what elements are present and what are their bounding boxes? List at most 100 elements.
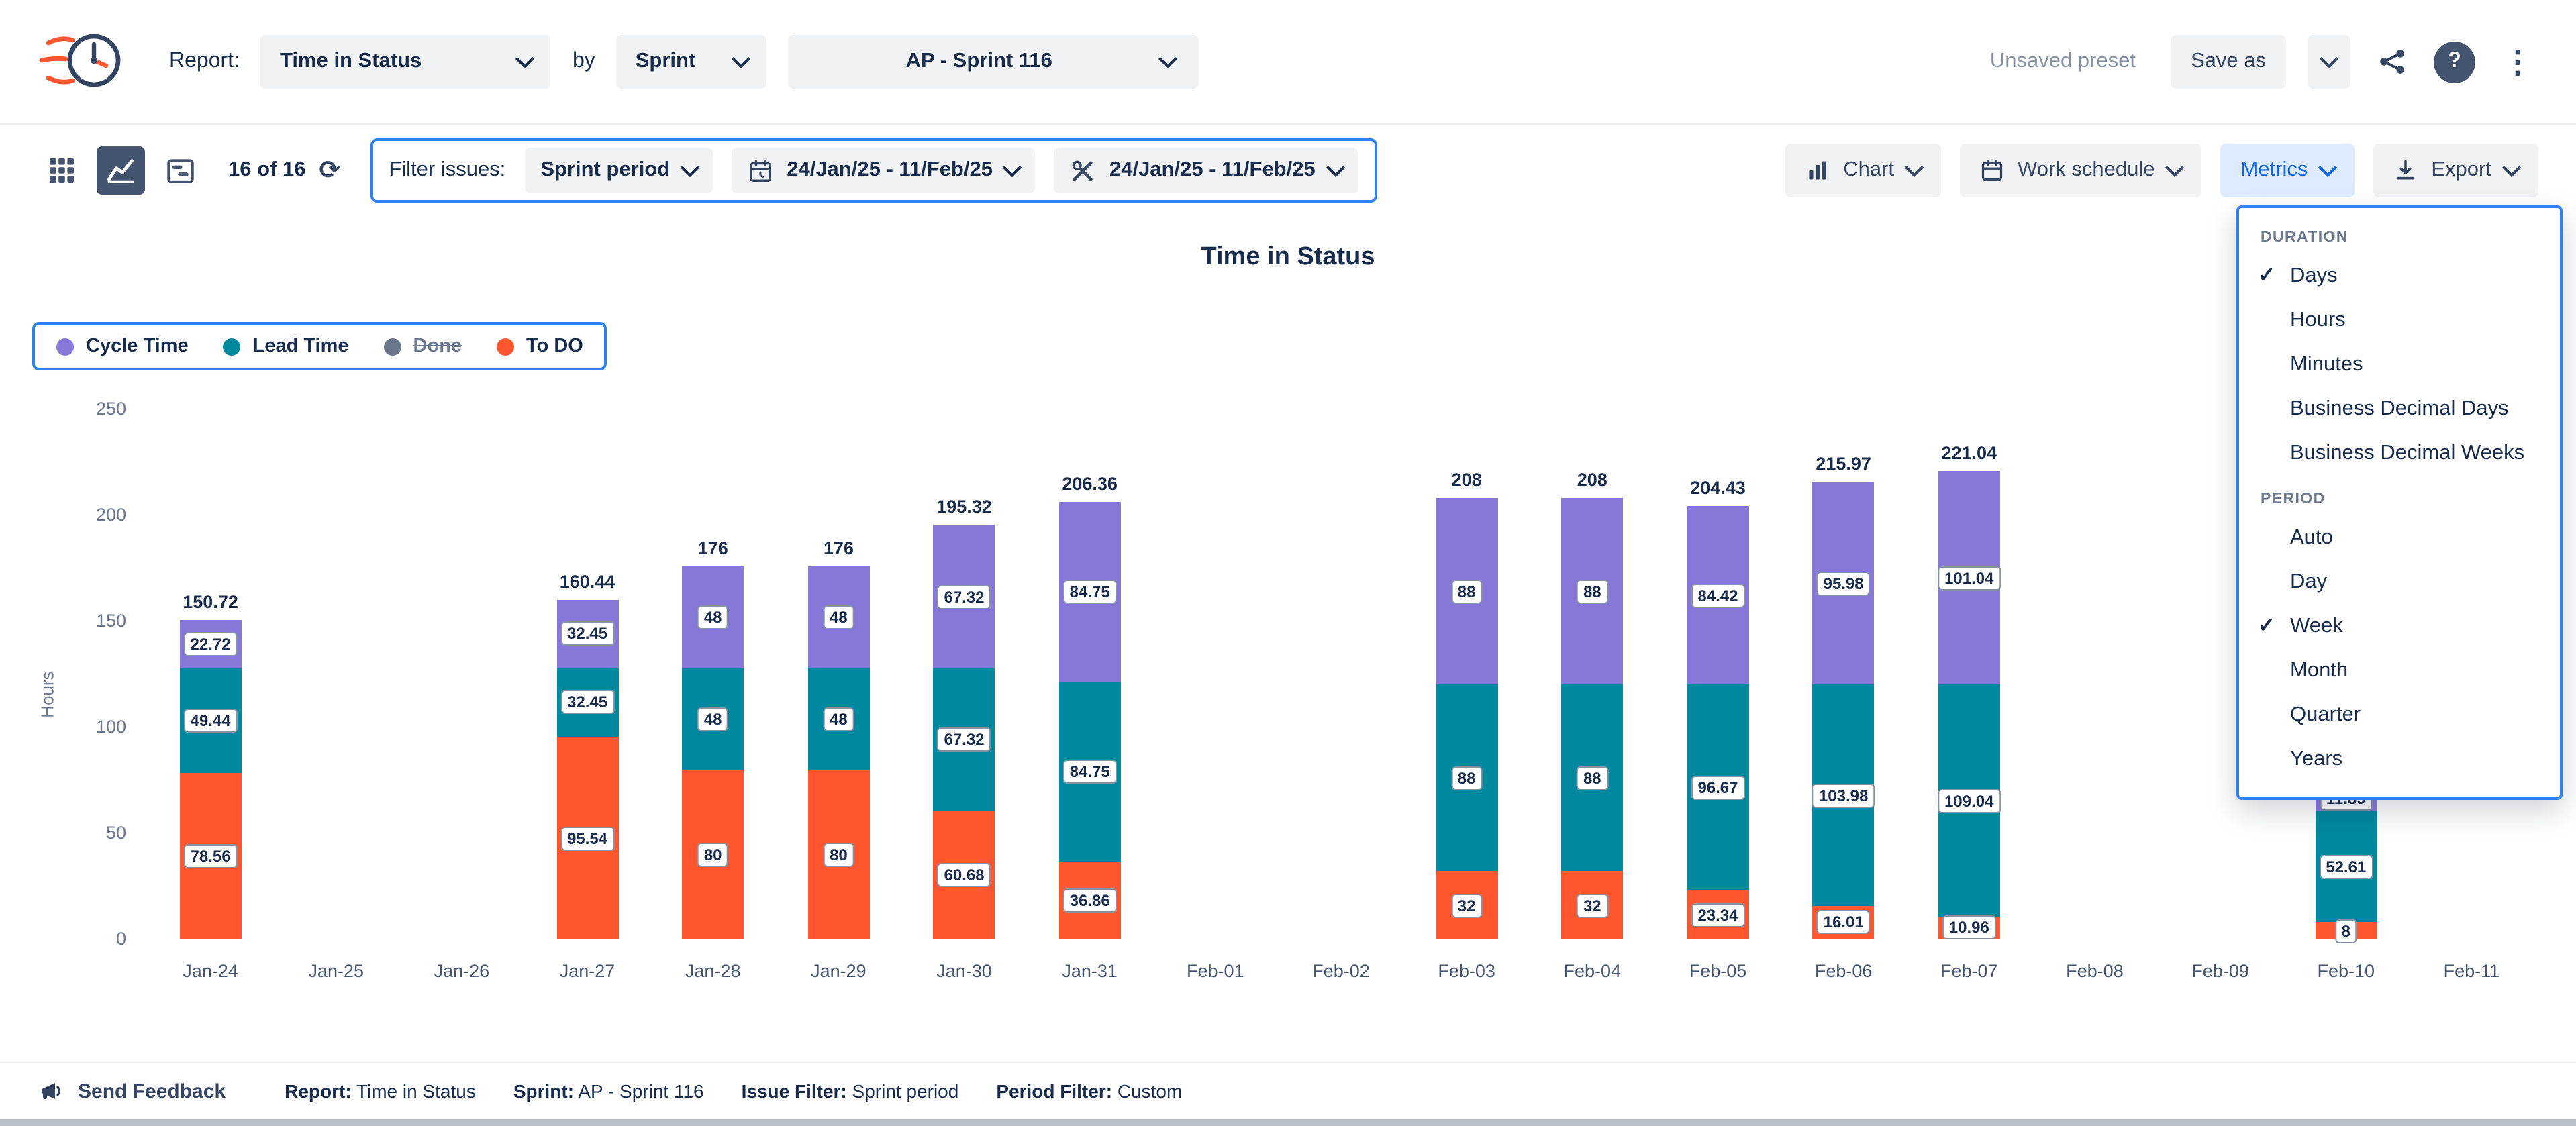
sprint-period-select[interactable]: 24/Jan/25 - 11/Feb/25 xyxy=(732,148,1036,193)
footer: Send Feedback Report: Time in Status Spri… xyxy=(0,1062,2576,1119)
bar-total-label: 150.72 xyxy=(183,592,238,612)
legend-item-done[interactable]: Done xyxy=(384,336,462,357)
timeline-view-button[interactable] xyxy=(156,146,204,195)
chevron-down-icon xyxy=(2502,158,2521,176)
menu-item-label: Days xyxy=(2290,264,2338,288)
report-type-select[interactable]: Time in Status xyxy=(261,35,551,89)
chart-type-label: Chart xyxy=(1843,158,1894,183)
x-axis-label: Feb-06 xyxy=(1783,961,1904,981)
x-axis-label: Jan-27 xyxy=(527,961,648,981)
y-axis-tick: 50 xyxy=(54,821,126,846)
filter-issues-label: Filter issues: xyxy=(389,158,505,183)
x-axis-label: Jan-30 xyxy=(904,961,1025,981)
menu-item-label: Years xyxy=(2290,747,2342,771)
segment-value-label: 95.54 xyxy=(560,826,614,850)
legend-item-cycle-time[interactable]: Cycle Time xyxy=(56,336,189,357)
metrics-menu-item-month[interactable]: Month xyxy=(2239,648,2560,693)
legend-color-dot xyxy=(56,338,74,355)
legend-item-lead-time[interactable]: Lead Time xyxy=(224,336,349,357)
segment-value-label: 78.56 xyxy=(184,844,238,868)
metrics-menu-item-business-decimal-days[interactable]: Business Decimal Days xyxy=(2239,387,2560,431)
metrics-menu-item-days[interactable]: ✓Days xyxy=(2239,254,2560,298)
bar-total-label: 176 xyxy=(698,538,728,558)
work-schedule-button[interactable]: Work schedule xyxy=(1960,144,2201,197)
metrics-menu-item-hours[interactable]: Hours xyxy=(2239,298,2560,342)
chart-type-button[interactable]: Chart xyxy=(1785,144,1941,197)
x-axis-label: Feb-02 xyxy=(1281,961,1401,981)
share-button[interactable] xyxy=(2372,42,2412,82)
x-axis-label: Feb-04 xyxy=(1532,961,1652,981)
toolbar-right-group: Chart Work schedule Metrics xyxy=(1785,144,2538,197)
filter-issues-group: Filter issues: Sprint period 24/Jan/25 -… xyxy=(370,138,1377,203)
bottom-edge xyxy=(0,1119,2576,1126)
chart-view-button[interactable] xyxy=(97,146,145,195)
more-menu-button[interactable]: ⋮ xyxy=(2497,41,2538,83)
app-logo-icon xyxy=(38,24,129,99)
send-feedback-label: Send Feedback xyxy=(78,1080,226,1103)
segment-value-label: 88 xyxy=(1451,580,1483,604)
legend-label: Done xyxy=(413,336,462,357)
segment-value-label: 23.34 xyxy=(1691,903,1744,927)
menu-item-label: Month xyxy=(2290,658,2348,682)
segment-value-label: 67.32 xyxy=(937,727,991,752)
x-axis-label: Jan-29 xyxy=(778,961,899,981)
chart-region: Time in Status Cycle Time Lead Time Done To… xyxy=(0,216,2576,1063)
sprint-period-value: 24/Jan/25 - 11/Feb/25 xyxy=(787,158,993,183)
menu-item-label: Business Decimal Weeks xyxy=(2290,441,2524,465)
segment-value-label: 48 xyxy=(697,605,729,629)
summary-label: Sprint: xyxy=(513,1080,574,1102)
segment-value-label: 95.98 xyxy=(1817,571,1871,595)
metrics-menu-item-quarter[interactable]: Quarter xyxy=(2239,693,2560,737)
segment-value-label: 49.44 xyxy=(184,709,238,733)
menu-item-label: Business Decimal Days xyxy=(2290,397,2509,421)
group-by-value: Sprint xyxy=(636,50,696,74)
export-button[interactable]: Export xyxy=(2373,144,2538,197)
metrics-menu-item-week[interactable]: ✓Week xyxy=(2239,604,2560,648)
segment-value-label: 48 xyxy=(697,707,729,731)
menu-item-label: Day xyxy=(2290,570,2327,594)
group-by-select[interactable]: Sprint xyxy=(617,35,767,89)
bar-total-label: 160.44 xyxy=(560,571,615,591)
bar-chart-icon xyxy=(1805,158,1830,183)
tools-icon xyxy=(1071,158,1096,183)
summary-label: Report: xyxy=(285,1080,352,1102)
worklog-period-select[interactable]: 24/Jan/25 - 11/Feb/25 xyxy=(1054,148,1358,193)
by-label: by xyxy=(573,50,595,74)
issue-filter-select[interactable]: Sprint period xyxy=(524,148,713,193)
refresh-button[interactable]: ⟳ xyxy=(316,158,343,183)
report-type-value: Time in Status xyxy=(280,50,422,74)
y-axis-tick: 250 xyxy=(54,397,126,421)
summary-value: AP - Sprint 116 xyxy=(574,1080,704,1102)
summary-value: Time in Status xyxy=(352,1080,476,1102)
x-axis-label: Jan-31 xyxy=(1030,961,1150,981)
send-feedback-button[interactable]: Send Feedback xyxy=(38,1078,226,1105)
metrics-button[interactable]: Metrics xyxy=(2220,144,2355,197)
metrics-menu-item-day[interactable]: Day xyxy=(2239,560,2560,604)
x-axis-label: Jan-25 xyxy=(276,961,397,981)
metrics-menu-item-business-decimal-weeks[interactable]: Business Decimal Weeks xyxy=(2239,431,2560,475)
segment-value-label: 16.01 xyxy=(1817,911,1871,935)
save-as-button[interactable]: Save as xyxy=(2171,35,2286,89)
grid-view-button[interactable] xyxy=(38,146,86,195)
chevron-down-icon xyxy=(1003,158,1022,176)
chart-title: Time in Status xyxy=(0,243,2576,272)
chevron-down-icon xyxy=(2318,158,2337,176)
segment-value-label: 67.32 xyxy=(937,584,991,609)
y-axis-tick: 200 xyxy=(54,503,126,527)
help-button[interactable]: ? xyxy=(2434,41,2475,83)
legend-item-to-do[interactable]: To DO xyxy=(497,336,583,357)
save-preset-menu-button[interactable] xyxy=(2308,35,2350,89)
metrics-menu-item-minutes[interactable]: Minutes xyxy=(2239,342,2560,387)
legend-color-dot xyxy=(224,338,241,355)
report-label: Report: xyxy=(169,50,240,74)
menu-item-label: Quarter xyxy=(2290,703,2361,727)
bar-total-label: 176 xyxy=(824,538,854,558)
metrics-menu-item-auto[interactable]: Auto xyxy=(2239,515,2560,560)
segment-value-label: 22.72 xyxy=(184,632,238,656)
metrics-menu-item-years[interactable]: Years xyxy=(2239,737,2560,781)
y-axis-title: Hours xyxy=(38,672,58,718)
sprint-select[interactable]: AP - Sprint 116 xyxy=(789,35,1199,89)
segment-value-label: 88 xyxy=(1577,580,1608,604)
preset-status-label: Unsaved preset xyxy=(1990,50,2136,74)
check-icon: ✓ xyxy=(2258,263,2290,289)
